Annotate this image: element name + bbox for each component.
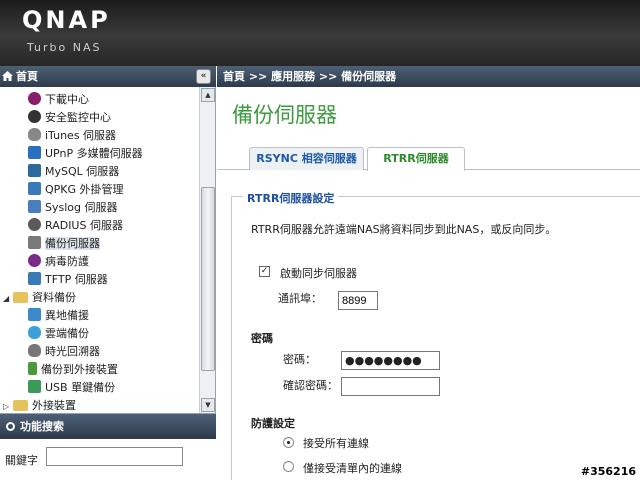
qnap-logo: QNAP — [22, 6, 111, 34]
scroll-thumb[interactable] — [201, 187, 215, 371]
sidebar-home[interactable]: 首頁 « — [0, 66, 216, 87]
keyword-input[interactable] — [46, 447, 183, 466]
folder-icon — [13, 292, 28, 303]
sidebar-item-backup-server[interactable]: 備份伺服器 — [28, 235, 100, 253]
password-label: 密碼： — [283, 353, 316, 366]
nav-tree: 下載中心 安全監控中心 iTunes 伺服器 UPnP 多媒體伺服器 MySQL… — [0, 87, 199, 413]
collapse-triangle-icon[interactable]: ◢ — [3, 290, 13, 308]
accept-all-connections-radio[interactable] — [283, 437, 294, 448]
sidebar-item-qpkg[interactable]: QPKG 外掛管理 — [28, 181, 124, 199]
tab-rtrr-server[interactable]: RTRR伺服器 — [367, 147, 465, 171]
sidebar-item-time-machine[interactable]: 時光回溯器 — [28, 343, 100, 361]
sidebar-group-external-device[interactable]: ▷ 外接裝置 — [3, 397, 76, 413]
function-search-panel: 功能搜索 關鍵字 — [0, 413, 216, 480]
sidebar-home-label: 首頁 — [16, 70, 38, 83]
watermark-text: #356216 — [580, 465, 636, 478]
confirm-password-label: 確認密碼： — [283, 379, 338, 392]
enable-sync-server-label: 啟動同步伺服器 — [280, 267, 357, 280]
search-icon — [6, 422, 15, 431]
tab-bar: RSYNC 相容伺服器 RTRR伺服器 — [217, 144, 640, 171]
cloud-backup-icon — [28, 326, 41, 339]
sidebar-item-external-backup[interactable]: 備份到外接裝置 — [28, 361, 118, 379]
main-panel: 首頁 >> 應用服務 >> 備份伺服器 備份伺服器 RSYNC 相容伺服器 RT… — [217, 66, 640, 480]
sidebar-item-mysql[interactable]: MySQL 伺服器 — [28, 163, 119, 181]
sidebar-item-tftp[interactable]: TFTP 伺服器 — [28, 271, 108, 289]
sidebar-group-data-backup[interactable]: ◢ 資料備份 — [3, 289, 76, 307]
sidebar-item-radius[interactable]: RADIUS 伺服器 — [28, 217, 123, 235]
sidebar: 首頁 « 下載中心 安全監控中心 iTunes 伺服器 UPnP 多媒體伺服器 … — [0, 66, 216, 480]
enable-sync-server-checkbox[interactable]: ✓ — [259, 266, 270, 277]
syslog-icon — [28, 200, 41, 213]
home-icon — [2, 71, 13, 81]
mysql-icon — [28, 164, 41, 177]
tab-rsync-server[interactable]: RSYNC 相容伺服器 — [249, 147, 364, 170]
upnp-icon — [28, 146, 41, 159]
sidebar-item-download-center[interactable]: 下載中心 — [28, 91, 89, 109]
tagline: Turbo NAS — [27, 41, 102, 54]
protection-section-heading: 防護設定 — [251, 417, 295, 430]
sidebar-item-antivirus[interactable]: 病毒防護 — [28, 253, 89, 271]
section-description: RTRR伺服器允許遠端NAS將資料同步到此NAS，或反向同步。 — [251, 223, 557, 236]
app-header: QNAP Turbo NAS — [0, 0, 640, 66]
sidebar-item-surveillance[interactable]: 安全監控中心 — [28, 109, 111, 127]
confirm-password-input[interactable] — [341, 377, 440, 396]
sidebar-item-usb-backup[interactable]: USB 單鍵備份 — [28, 379, 115, 397]
page-title: 備份伺服器 — [232, 103, 337, 127]
sidebar-item-itunes[interactable]: iTunes 伺服器 — [28, 127, 116, 145]
backup-server-icon — [28, 236, 41, 249]
apple-icon — [28, 128, 41, 141]
settings-fieldset — [231, 196, 640, 480]
port-label: 通訊埠： — [278, 292, 322, 305]
password-section-heading: 密碼 — [251, 332, 273, 345]
collapse-sidebar-button[interactable]: « — [196, 69, 211, 84]
function-search-title: 功能搜索 — [20, 420, 64, 433]
antivirus-icon — [28, 254, 41, 267]
qpkg-icon — [28, 182, 41, 195]
remote-replication-icon — [28, 308, 41, 321]
accept-list-only-radio[interactable] — [283, 461, 294, 472]
keyword-label: 關鍵字 — [5, 454, 38, 467]
radius-icon — [28, 218, 41, 231]
sidebar-item-syslog[interactable]: Syslog 伺服器 — [28, 199, 118, 217]
folder-icon — [13, 400, 28, 411]
password-input[interactable]: ●●●●●●●● — [341, 351, 440, 370]
port-input[interactable] — [338, 291, 378, 310]
usb-backup-icon — [28, 380, 41, 393]
sidebar-item-cloud-backup[interactable]: 雲端備份 — [28, 325, 89, 343]
section-title: RTRR伺服器設定 — [243, 190, 339, 206]
accept-list-only-label: 僅接受清單內的連線 — [303, 462, 402, 475]
surveillance-icon — [28, 110, 41, 123]
expand-triangle-icon[interactable]: ▷ — [3, 398, 13, 413]
function-search-header: 功能搜索 — [0, 414, 216, 439]
sidebar-item-upnp[interactable]: UPnP 多媒體伺服器 — [28, 145, 143, 163]
time-machine-icon — [28, 344, 41, 357]
external-backup-icon — [28, 362, 37, 375]
sidebar-item-remote-replication[interactable]: 異地備援 — [28, 307, 89, 325]
scroll-down-arrow-icon[interactable]: ▼ — [201, 398, 215, 412]
sidebar-scrollbar[interactable]: ▲ ▼ — [199, 87, 215, 413]
download-center-icon — [28, 92, 41, 105]
tftp-icon — [28, 272, 41, 285]
breadcrumb: 首頁 >> 應用服務 >> 備份伺服器 — [217, 66, 640, 87]
scroll-up-arrow-icon[interactable]: ▲ — [201, 88, 215, 102]
accept-all-connections-label: 接受所有連線 — [303, 437, 369, 450]
